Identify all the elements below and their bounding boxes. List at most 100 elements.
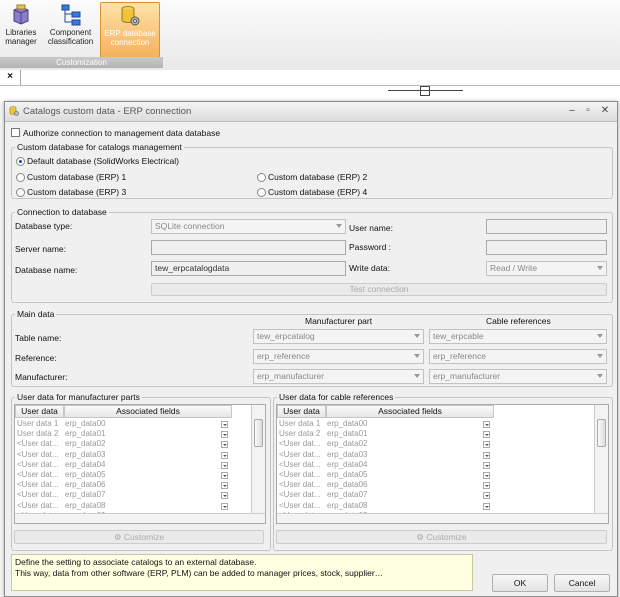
- ok-button[interactable]: OK: [492, 574, 548, 592]
- libraries-manager-button[interactable]: Libraries manager: [1, 2, 41, 56]
- database-name-input[interactable]: tew_erpcatalogdata: [151, 261, 346, 276]
- dropdown-arrow-icon[interactable]: [483, 492, 490, 500]
- dropdown-arrow-icon[interactable]: [483, 441, 490, 449]
- close-tab-icon[interactable]: ×: [0, 70, 21, 85]
- table-row[interactable]: <User dat... erp_data02: [15, 439, 251, 450]
- user-data-cell: User data 2: [17, 429, 59, 439]
- dropdown-arrow-icon[interactable]: [221, 461, 228, 469]
- radio-custom-database-1[interactable]: [16, 173, 25, 182]
- write-data-select[interactable]: Read / Write: [486, 261, 607, 276]
- user-data-cell: User data 1: [279, 419, 321, 428]
- parts-col-user-data[interactable]: User data: [15, 405, 64, 418]
- dropdown-arrow-icon[interactable]: [483, 482, 490, 490]
- manufacturer-reference-select[interactable]: erp_reference: [253, 349, 424, 364]
- parts-col-associated-fields[interactable]: Associated fields: [64, 405, 232, 418]
- authorize-label: Authorize connection to management data …: [23, 128, 221, 138]
- dropdown-arrow-icon[interactable]: [221, 492, 228, 500]
- table-row[interactable]: <User dat... erp_data05: [15, 470, 251, 481]
- cables-col-user-data[interactable]: User data: [277, 405, 326, 418]
- close-icon[interactable]: ✕: [599, 105, 611, 116]
- user-data-cell: User data 1: [17, 419, 59, 428]
- chevron-down-icon: [597, 266, 603, 270]
- radio-custom-database-4[interactable]: [257, 188, 266, 197]
- cable-reference-select[interactable]: erp_reference: [429, 349, 607, 364]
- parts-customize-button[interactable]: ⚙ Customize: [14, 530, 264, 544]
- dropdown-arrow-icon[interactable]: [221, 431, 228, 439]
- associated-field-cell: erp_data07: [327, 490, 368, 500]
- info-line-1: Define the setting to associate catalogs…: [15, 557, 257, 567]
- table-row[interactable]: <User dat... erp_data07: [277, 490, 594, 501]
- manufacturer-part-header: Manufacturer part: [305, 316, 373, 326]
- radio-custom-database-2[interactable]: [257, 173, 266, 182]
- dropdown-arrow-icon[interactable]: [221, 441, 228, 449]
- erp-database-connection-button[interactable]: ERP database connection: [100, 2, 160, 58]
- table-row[interactable]: <User dat... erp_data06: [15, 480, 251, 491]
- associated-field-cell: erp_data04: [327, 459, 368, 469]
- database-type-select[interactable]: SQLite connection: [151, 219, 346, 234]
- libraries-label-1: Libraries: [5, 28, 37, 37]
- authorize-checkbox[interactable]: [11, 128, 20, 137]
- dropdown-arrow-icon[interactable]: [221, 482, 228, 490]
- user-name-input[interactable]: [486, 219, 607, 234]
- test-connection-button[interactable]: Test connection: [151, 283, 607, 296]
- dropdown-arrow-icon[interactable]: [483, 431, 490, 439]
- cables-vertical-scrollbar[interactable]: [594, 405, 608, 513]
- table-row[interactable]: <User dat... erp_data06: [277, 480, 594, 491]
- cables-horizontal-scrollbar[interactable]: [277, 513, 608, 523]
- radio-default-database[interactable]: [16, 157, 25, 166]
- maximize-icon[interactable]: ▫: [582, 105, 594, 116]
- user-data-cell: <User dat...: [17, 500, 59, 510]
- user-data-cell: <User dat...: [17, 490, 59, 500]
- table-row[interactable]: User data 2 erp_data01: [277, 429, 594, 440]
- minimize-icon[interactable]: –: [566, 105, 578, 116]
- password-input[interactable]: [486, 240, 607, 255]
- manufacturer-table-select[interactable]: tew_erpcatalog: [253, 329, 424, 344]
- info-box: Define the setting to associate catalogs…: [11, 554, 473, 591]
- dropdown-arrow-icon[interactable]: [221, 421, 228, 428]
- table-row[interactable]: User data 1 erp_data00: [15, 419, 251, 430]
- table-row[interactable]: User data 1 erp_data00: [277, 419, 594, 430]
- dropdown-arrow-icon[interactable]: [221, 472, 228, 479]
- cancel-button[interactable]: Cancel: [554, 574, 610, 592]
- table-row[interactable]: <User dat... erp_data07: [15, 490, 251, 501]
- parts-vertical-scrollbar[interactable]: [251, 405, 265, 513]
- table-row[interactable]: <User dat... erp_data05: [277, 470, 594, 481]
- dropdown-arrow-icon[interactable]: [483, 421, 490, 428]
- cables-customize-button[interactable]: ⚙ Customize: [276, 530, 607, 544]
- table-row[interactable]: <User dat... erp_data08: [15, 501, 251, 512]
- table-row[interactable]: <User dat... erp_data03: [15, 450, 251, 461]
- dropdown-arrow-icon[interactable]: [483, 502, 490, 510]
- server-name-input[interactable]: [151, 240, 346, 255]
- dropdown-arrow-icon[interactable]: [483, 451, 490, 459]
- user-data-cell: User data 2: [279, 429, 321, 439]
- cable-table-select[interactable]: tew_erpcable: [429, 329, 607, 344]
- dropdown-arrow-icon[interactable]: [221, 451, 228, 459]
- table-name-label: Table name:: [15, 333, 62, 343]
- canvas-symbol: [420, 86, 430, 96]
- default-database-label: Default database (SolidWorks Electrical): [27, 156, 179, 166]
- user-data-cell: <User dat...: [279, 490, 321, 500]
- table-row[interactable]: <User dat... erp_data08: [277, 501, 594, 512]
- cables-col-associated-fields[interactable]: Associated fields: [326, 405, 494, 418]
- cable-manufacturer-select[interactable]: erp_manufacturer: [429, 369, 607, 384]
- radio-custom-database-3[interactable]: [16, 188, 25, 197]
- dropdown-arrow-icon[interactable]: [483, 472, 490, 479]
- table-row[interactable]: User data 2 erp_data01: [15, 429, 251, 440]
- dropdown-arrow-icon[interactable]: [483, 461, 490, 469]
- database-name-label: Database name:: [15, 265, 78, 275]
- table-row[interactable]: <User dat... erp_data03: [277, 450, 594, 461]
- dropdown-arrow-icon[interactable]: [221, 502, 228, 510]
- chevron-down-icon: [414, 354, 420, 358]
- parts-scroll-thumb[interactable]: [254, 419, 263, 447]
- associated-field-cell: erp_data03: [65, 449, 106, 459]
- component-classification-button[interactable]: Component classification: [43, 2, 98, 56]
- user-data-cell: <User dat...: [279, 449, 321, 459]
- table-row[interactable]: <User dat... erp_data04: [277, 460, 594, 471]
- table-row[interactable]: <User dat... erp_data04: [15, 460, 251, 471]
- cables-scroll-thumb[interactable]: [597, 419, 606, 447]
- user-data-cell: <User dat...: [17, 439, 59, 449]
- user-data-cell: <User dat...: [279, 470, 321, 479]
- parts-horizontal-scrollbar[interactable]: [15, 513, 265, 523]
- manufacturer-manufacturer-select[interactable]: erp_manufacturer: [253, 369, 424, 384]
- table-row[interactable]: <User dat... erp_data02: [277, 439, 594, 450]
